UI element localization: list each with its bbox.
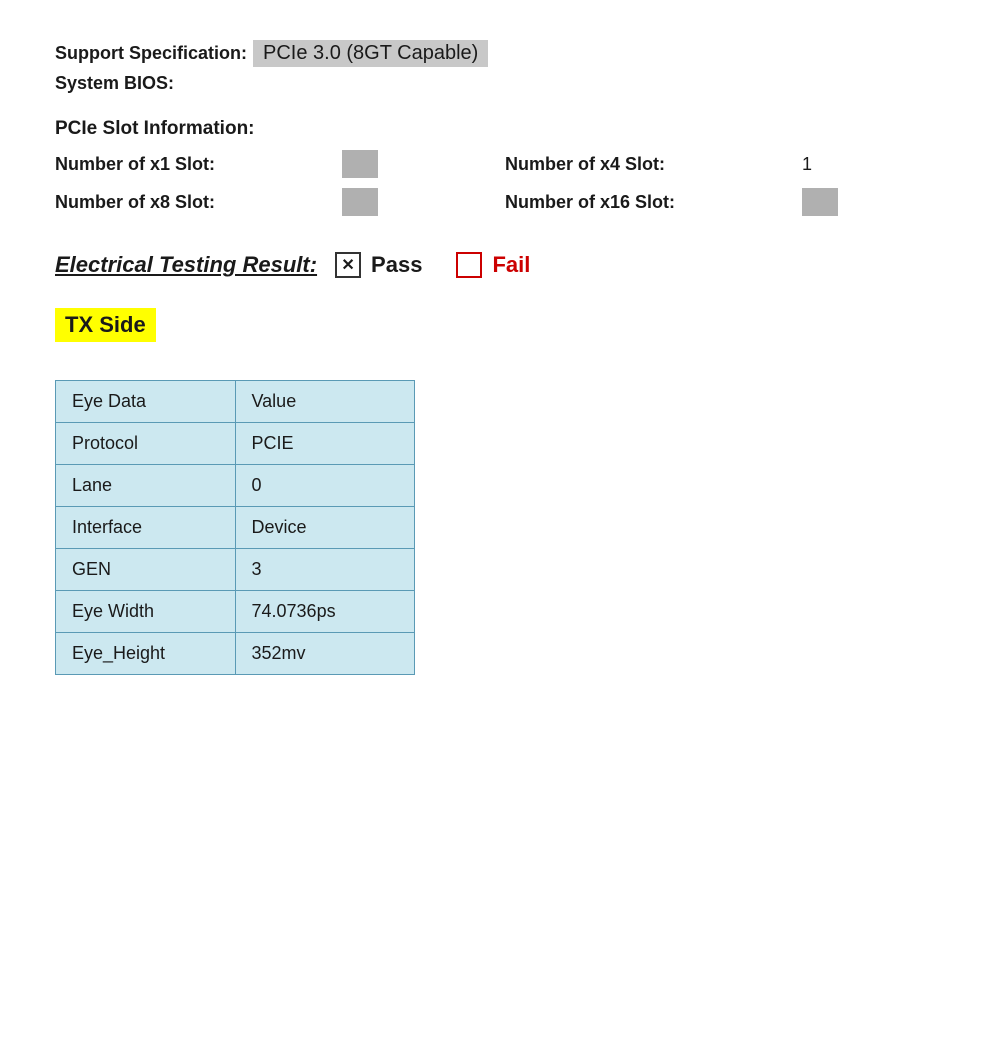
eye-table-cell: 352mv [235, 633, 415, 675]
electrical-section: Electrical Testing Result: Pass Fail [55, 252, 945, 278]
pass-label: Pass [371, 252, 422, 278]
eye-table-cell: GEN [56, 549, 236, 591]
eye-table-cell: Interface [56, 507, 236, 549]
eye-table-cell: PCIE [235, 423, 415, 465]
support-spec-row: Support Specification: PCIe 3.0 (8GT Cap… [55, 40, 945, 67]
eye-table-row: InterfaceDevice [56, 507, 415, 549]
x4-slot-value: 1 [802, 154, 945, 175]
fail-checkbox-area: Fail [456, 252, 530, 278]
eye-table-header-cell: Eye Data [56, 381, 236, 423]
support-spec-label: Support Specification: [55, 43, 247, 64]
eye-table: Eye DataValueProtocolPCIELane0InterfaceD… [55, 380, 415, 675]
pass-checkbox-icon[interactable] [335, 252, 361, 278]
eye-table-cell: Lane [56, 465, 236, 507]
eye-table-cell: 3 [235, 549, 415, 591]
x4-slot-label: Number of x4 Slot: [505, 154, 782, 175]
pass-checkbox-area: Pass [335, 252, 438, 278]
eye-table-cell: 0 [235, 465, 415, 507]
tx-side-label: TX Side [55, 308, 156, 342]
x8-slot-label: Number of x8 Slot: [55, 192, 322, 213]
eye-table-header-cell: Value [235, 381, 415, 423]
eye-table-row: Eye Width74.0736ps [56, 591, 415, 633]
x8-slot-value-box [342, 188, 378, 216]
x1-slot-value-box [342, 150, 378, 178]
slot-section: PCIe Slot Information: Number of x1 Slot… [55, 118, 945, 216]
electrical-title: Electrical Testing Result: [55, 252, 317, 278]
eye-table-cell: 74.0736ps [235, 591, 415, 633]
eye-table-row: Lane0 [56, 465, 415, 507]
fail-label: Fail [492, 252, 530, 278]
system-bios-label: System BIOS: [55, 73, 174, 94]
slot-section-title: PCIe Slot Information: [55, 118, 939, 140]
fail-checkbox-icon[interactable] [456, 252, 482, 278]
eye-table-cell: Eye_Height [56, 633, 236, 675]
tx-side-badge: TX Side [55, 308, 945, 370]
eye-table-cell: Protocol [56, 423, 236, 465]
x16-slot-label: Number of x16 Slot: [505, 192, 782, 213]
x1-slot-label: Number of x1 Slot: [55, 154, 322, 175]
x16-slot-value-box [802, 188, 838, 216]
eye-table-cell: Device [235, 507, 415, 549]
eye-table-cell: Eye Width [56, 591, 236, 633]
eye-table-row: GEN3 [56, 549, 415, 591]
eye-table-row: Eye_Height352mv [56, 633, 415, 675]
slot-grid: Number of x1 Slot: Number of x4 Slot: 1 … [55, 150, 945, 216]
system-bios-row: System BIOS: [55, 73, 945, 94]
eye-table-row: ProtocolPCIE [56, 423, 415, 465]
support-spec-value: PCIe 3.0 (8GT Capable) [253, 40, 488, 67]
